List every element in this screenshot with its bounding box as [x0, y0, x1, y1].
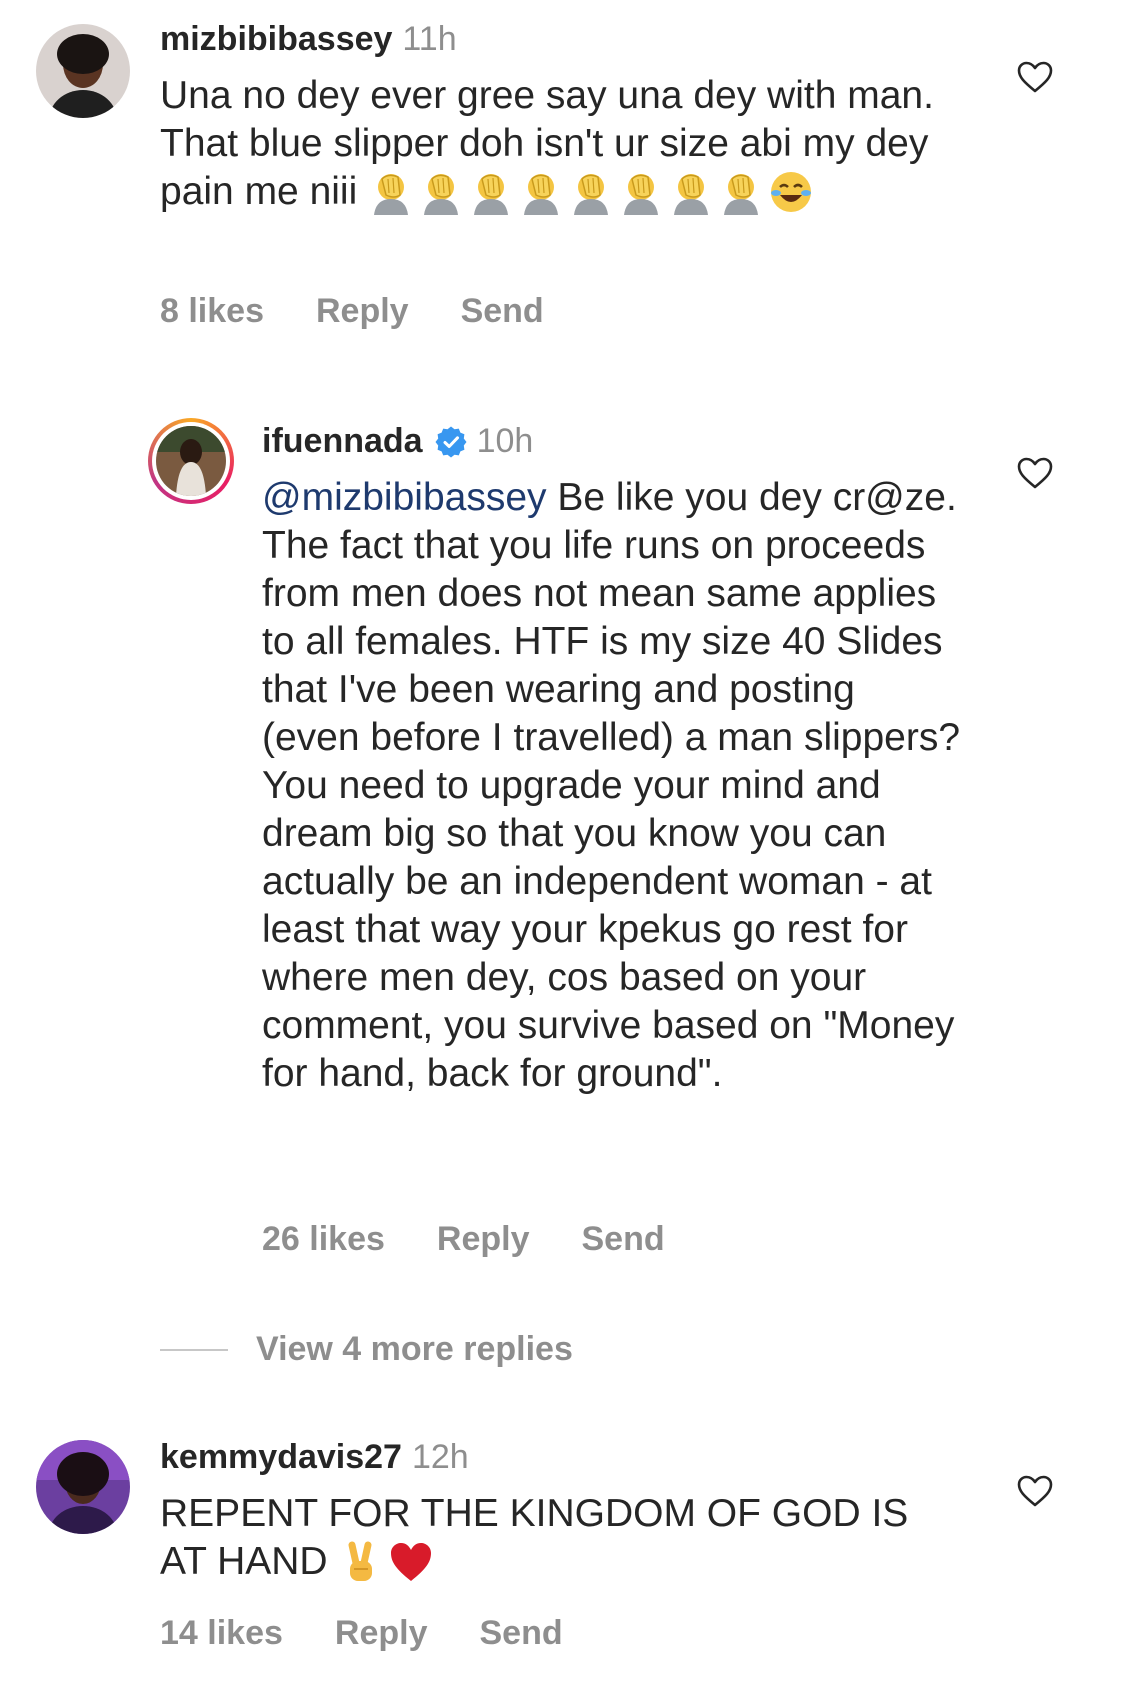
heart-outline-icon[interactable] — [1016, 60, 1054, 94]
reply-button[interactable]: Reply — [316, 292, 409, 331]
facepalm-emoji-icon — [574, 173, 609, 215]
mention-link[interactable]: @mizbibibassey — [262, 476, 547, 519]
send-button[interactable]: Send — [479, 1614, 562, 1653]
red-heart-emoji-icon — [391, 1542, 432, 1581]
facepalm-emoji-icon — [524, 173, 559, 215]
facepalm-emoji-icon — [474, 173, 509, 215]
divider-line — [160, 1348, 228, 1351]
facepalm-emoji-icon — [424, 173, 459, 215]
facepalm-emoji-icon — [674, 173, 709, 215]
facepalm-emoji-icon — [374, 173, 409, 215]
avatar[interactable] — [36, 1440, 130, 1534]
view-more-replies-label: View 4 more replies — [256, 1330, 573, 1368]
likes-count[interactable]: 26 likes — [262, 1220, 385, 1259]
view-more-replies-button[interactable]: View 4 more replies — [160, 1330, 573, 1369]
comment-timestamp: 10h — [476, 422, 534, 460]
joy-emoji-icon — [771, 171, 812, 212]
comment-text: Be like you dey cr@ze. The fact that you… — [262, 476, 961, 1095]
emoji-row — [368, 169, 818, 219]
heart-outline-icon[interactable] — [1016, 456, 1054, 490]
comment-text: REPENT FOR THE KINGDOM OF GOD IS AT HAND — [160, 1492, 909, 1583]
send-button[interactable]: Send — [581, 1220, 664, 1259]
comment-timestamp: 11h — [402, 20, 457, 58]
avatar[interactable] — [36, 24, 130, 118]
comment-timestamp: 12h — [411, 1438, 469, 1476]
send-button[interactable]: Send — [461, 292, 544, 331]
heart-outline-icon[interactable] — [1016, 1474, 1054, 1508]
avatar-story-ring[interactable] — [148, 418, 234, 504]
facepalm-emoji-icon — [624, 173, 659, 215]
emoji-row — [338, 1539, 438, 1589]
likes-count[interactable]: 14 likes — [160, 1614, 283, 1653]
reply-button[interactable]: Reply — [437, 1220, 530, 1259]
verified-badge-icon — [435, 426, 467, 457]
comment-username[interactable]: mizbibibassey — [160, 20, 392, 59]
comment-username[interactable]: kemmydavis27 — [160, 1438, 402, 1477]
facepalm-emoji-icon — [724, 173, 759, 215]
likes-count[interactable]: 8 likes — [160, 292, 264, 331]
victory-hand-emoji-icon — [348, 1541, 373, 1581]
reply-button[interactable]: Reply — [335, 1614, 428, 1653]
comment-username[interactable]: ifuennada — [262, 422, 423, 461]
